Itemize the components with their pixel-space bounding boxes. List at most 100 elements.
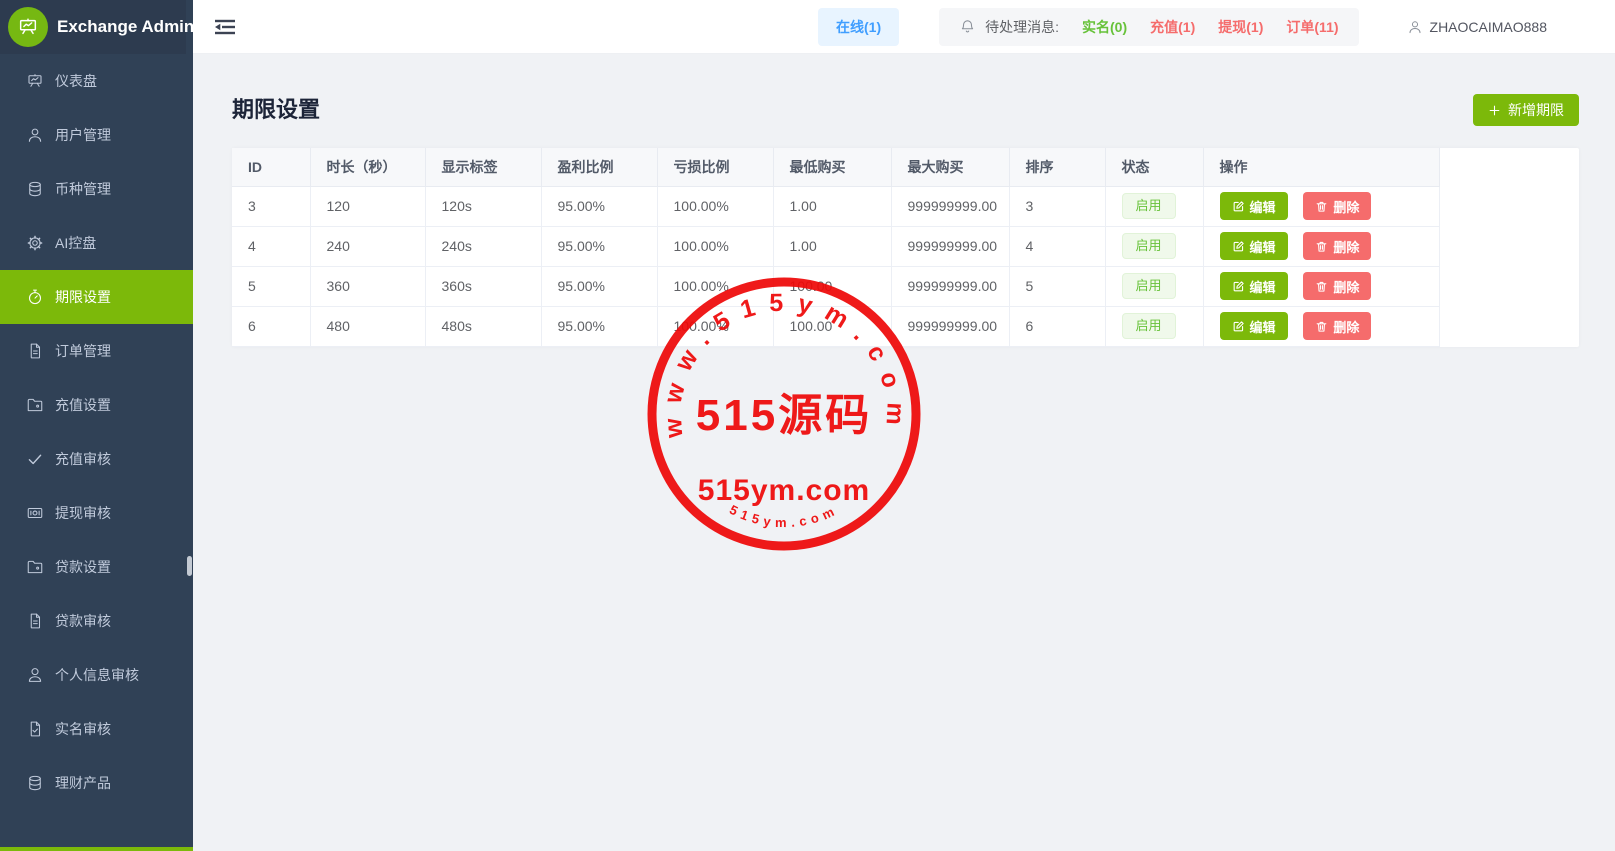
- sidebar-item-充值审核[interactable]: 充值审核: [0, 432, 193, 486]
- table-header-row: ID时长（秒）显示标签盈利比例亏损比例最低购买最大购买排序状态操作: [232, 148, 1439, 186]
- status-badge: 启用: [1122, 233, 1176, 259]
- edit-icon: [1232, 240, 1245, 253]
- pending-messages-bar: 待处理消息: 实名(0) 充值(1) 提现(1) 订单(11): [939, 8, 1358, 46]
- trash-icon: [1315, 240, 1328, 253]
- add-period-button[interactable]: 新增期限: [1473, 94, 1579, 126]
- cell-max-buy: 999999999.00: [891, 186, 1009, 226]
- timer-icon: [26, 288, 44, 306]
- delete-button[interactable]: 删除: [1303, 192, 1371, 220]
- pending-badge[interactable]: 充值(1): [1150, 17, 1195, 37]
- card-icon: [26, 504, 44, 522]
- sidebar-item-label: 仪表盘: [55, 71, 97, 91]
- edit-button[interactable]: 编辑: [1220, 312, 1288, 340]
- sidebar-item-label: 理财产品: [55, 773, 111, 793]
- cell-sort: 4: [1009, 226, 1105, 266]
- cell-actions: 编辑 删除: [1203, 306, 1439, 346]
- table-row: 4 240 240s 95.00% 100.00% 1.00 999999999…: [232, 226, 1439, 266]
- pending-badge[interactable]: 提现(1): [1218, 17, 1263, 37]
- sidebar-item-币种管理[interactable]: 币种管理: [0, 162, 193, 216]
- cell-status: 启用: [1105, 226, 1203, 266]
- sidebar-item-label: 实名审核: [55, 719, 111, 739]
- cell-min-buy: 1.00: [773, 186, 891, 226]
- cell-loss-ratio: 100.00%: [657, 306, 773, 346]
- trash-icon: [1315, 320, 1328, 333]
- table-row: 3 120 120s 95.00% 100.00% 1.00 999999999…: [232, 186, 1439, 226]
- edit-button[interactable]: 编辑: [1220, 192, 1288, 220]
- sidebar-item-label: 币种管理: [55, 179, 111, 199]
- user-icon: [1407, 19, 1423, 35]
- sidebar-item-贷款审核[interactable]: 贷款审核: [0, 594, 193, 648]
- periods-table: ID时长（秒）显示标签盈利比例亏损比例最低购买最大购买排序状态操作 3 120 …: [232, 148, 1440, 347]
- add-period-button-label: 新增期限: [1508, 100, 1564, 120]
- plus-icon: [1488, 104, 1501, 117]
- table-row: 6 480 480s 95.00% 100.00% 100.00 9999999…: [232, 306, 1439, 346]
- cell-status: 启用: [1105, 306, 1203, 346]
- cell-profit-ratio: 95.00%: [541, 306, 657, 346]
- sidebar-item-label: 贷款设置: [55, 557, 111, 577]
- sidebar-item-充值设置[interactable]: 充值设置: [0, 378, 193, 432]
- bell-icon: [959, 18, 976, 35]
- cell-loss-ratio: 100.00%: [657, 226, 773, 266]
- column-header: 最大购买: [891, 148, 1009, 186]
- delete-button[interactable]: 删除: [1303, 272, 1371, 300]
- cell-duration: 120: [310, 186, 425, 226]
- sidebar-item-label: 订单管理: [55, 341, 111, 361]
- cell-actions: 编辑 删除: [1203, 226, 1439, 266]
- delete-button[interactable]: 删除: [1303, 232, 1371, 260]
- username: ZHAOCAIMAO888: [1430, 19, 1547, 35]
- column-header: 时长（秒）: [310, 148, 425, 186]
- gear-icon: [26, 234, 44, 252]
- online-badge[interactable]: 在线(1): [818, 8, 899, 46]
- cell-max-buy: 999999999.00: [891, 306, 1009, 346]
- cell-loss-ratio: 100.00%: [657, 266, 773, 306]
- status-badge: 启用: [1122, 273, 1176, 299]
- folder-icon: [26, 558, 44, 576]
- sidebar-item-AI控盘[interactable]: AI控盘: [0, 216, 193, 270]
- cell-profit-ratio: 95.00%: [541, 266, 657, 306]
- sidebar-item-订单管理[interactable]: 订单管理: [0, 324, 193, 378]
- column-header: 盈利比例: [541, 148, 657, 186]
- sidebar-item-label: 个人信息审核: [55, 665, 139, 685]
- cell-actions: 编辑 删除: [1203, 186, 1439, 226]
- cell-min-buy: 100.00: [773, 266, 891, 306]
- cell-min-buy: 1.00: [773, 226, 891, 266]
- edit-button[interactable]: 编辑: [1220, 272, 1288, 300]
- sidebar-item-label: 期限设置: [55, 287, 111, 307]
- sidebar-item-个人信息审核[interactable]: 个人信息审核: [0, 648, 193, 702]
- cell-display-label: 480s: [425, 306, 541, 346]
- file-check-icon: [26, 720, 44, 738]
- app-logo-icon: [8, 7, 48, 47]
- cell-display-label: 240s: [425, 226, 541, 266]
- table-card: ID时长（秒）显示标签盈利比例亏损比例最低购买最大购买排序状态操作 3 120 …: [232, 148, 1579, 347]
- edit-icon: [1232, 200, 1245, 213]
- pending-badge[interactable]: 实名(0): [1082, 17, 1127, 37]
- cell-duration: 480: [310, 306, 425, 346]
- sidebar-item-理财产品[interactable]: 理财产品: [0, 756, 193, 810]
- cell-loss-ratio: 100.00%: [657, 186, 773, 226]
- cell-sort: 6: [1009, 306, 1105, 346]
- cell-max-buy: 999999999.00: [891, 266, 1009, 306]
- delete-button[interactable]: 删除: [1303, 312, 1371, 340]
- sidebar-scrollbar-thumb[interactable]: [187, 556, 192, 576]
- sidebar-toggle-icon[interactable]: [215, 19, 235, 35]
- cell-duration: 240: [310, 226, 425, 266]
- edit-button[interactable]: 编辑: [1220, 232, 1288, 260]
- sidebar: Exchange Admin 仪表盘 用户管理 币种管理 AI控盘 期限设置 订…: [0, 0, 193, 851]
- user-icon: [26, 126, 44, 144]
- sidebar-item-期限设置[interactable]: 期限设置: [0, 270, 193, 324]
- sidebar-item-label: AI控盘: [55, 233, 96, 253]
- sidebar-item-label: 贷款审核: [55, 611, 111, 631]
- pending-badge[interactable]: 订单(11): [1286, 17, 1338, 37]
- file-icon: [26, 342, 44, 360]
- coins-icon: [26, 180, 44, 198]
- sidebar-item-提现审核[interactable]: 提现审核: [0, 486, 193, 540]
- user-menu[interactable]: ZHAOCAIMAO888: [1407, 19, 1547, 35]
- sidebar-item-实名审核[interactable]: 实名审核: [0, 702, 193, 756]
- cell-id: 5: [232, 266, 310, 306]
- cell-status: 启用: [1105, 266, 1203, 306]
- sidebar-item-仪表盘[interactable]: 仪表盘: [0, 54, 193, 108]
- column-header: ID: [232, 148, 310, 186]
- app-title: Exchange Admin: [57, 17, 194, 37]
- sidebar-item-用户管理[interactable]: 用户管理: [0, 108, 193, 162]
- sidebar-item-贷款设置[interactable]: 贷款设置: [0, 540, 193, 594]
